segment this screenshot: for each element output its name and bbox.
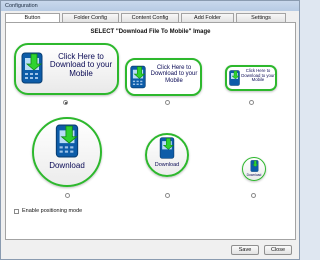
option-radio-5[interactable] xyxy=(165,193,170,198)
section-heading: SELECT "Download File To Mobile" Image xyxy=(90,29,211,35)
tab-add-folder[interactable]: Add Folder xyxy=(181,13,234,22)
option-radio-1[interactable] xyxy=(63,100,68,105)
button-tab-panel: SELECT "Download File To Mobile" Image C… xyxy=(5,22,296,240)
mobile-download-icon xyxy=(229,70,240,86)
download-circle-label: Download xyxy=(154,162,180,168)
window-title: Configuration xyxy=(5,3,38,9)
download-circle-option-medium[interactable]: Download xyxy=(145,133,189,177)
enable-positioning-label: Enable positioning mode xyxy=(22,208,83,214)
mobile-download-icon xyxy=(250,160,259,172)
option-radio-6[interactable] xyxy=(251,193,256,198)
download-button-option-small[interactable]: Click Here to Download to your Mobile xyxy=(225,65,277,91)
option-radio-4[interactable] xyxy=(65,193,70,198)
mobile-download-icon xyxy=(55,124,79,158)
download-button-label: Click Here to Download to your Mobile xyxy=(49,52,113,78)
option-radio-2[interactable] xyxy=(165,100,170,105)
configuration-window: Configuration Button Folder Config Conte… xyxy=(0,0,300,260)
download-button-option-medium[interactable]: Click Here to Download to your Mobile xyxy=(125,58,202,96)
download-circle-label: Download xyxy=(246,173,262,177)
tab-bar: Button Folder Config Content Config Add … xyxy=(5,13,295,23)
option-radio-3[interactable] xyxy=(249,100,254,105)
mobile-download-icon xyxy=(130,65,146,89)
save-button[interactable]: Save xyxy=(231,245,259,255)
tab-settings[interactable]: Settings xyxy=(236,13,286,22)
download-circle-option-large[interactable]: Download xyxy=(32,117,102,187)
enable-positioning-checkbox[interactable] xyxy=(14,209,19,214)
download-circle-option-small[interactable]: Download xyxy=(242,157,266,181)
download-button-label: Click Here to Download to your Mobile xyxy=(150,65,198,84)
tab-content-config[interactable]: Content Config xyxy=(121,13,179,22)
download-button-option-large[interactable]: Click Here to Download to your Mobile xyxy=(14,43,119,95)
mobile-download-icon xyxy=(159,137,175,159)
download-circle-label: Download xyxy=(49,161,85,170)
mobile-download-icon xyxy=(21,52,43,84)
title-bar[interactable]: Configuration xyxy=(1,1,299,11)
close-button[interactable]: Close xyxy=(264,245,292,255)
tab-folder-config[interactable]: Folder Config xyxy=(62,13,119,22)
download-button-label: Click Here to Download to your Mobile xyxy=(241,68,275,82)
